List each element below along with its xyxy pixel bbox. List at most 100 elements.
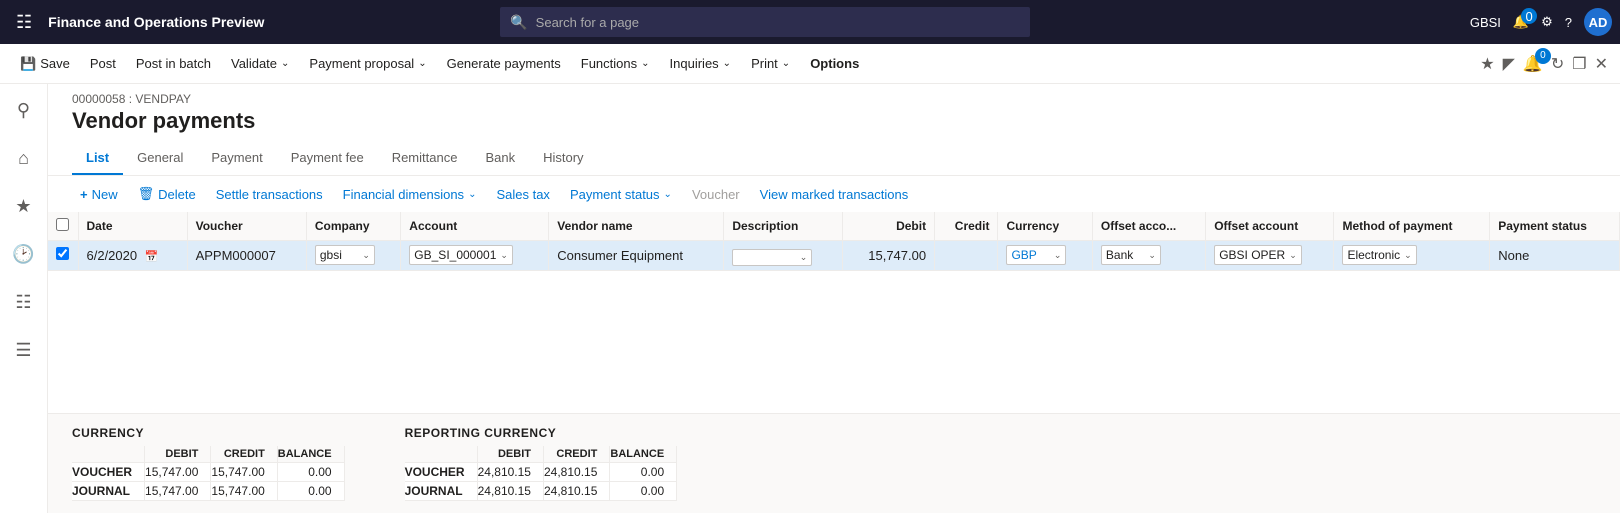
summary-area: CURRENCY DEBIT CREDIT BALANCE — [48, 413, 1620, 513]
plus-icon: + — [80, 187, 88, 202]
currency-voucher-label: VOUCHER — [72, 463, 145, 482]
cell-offset-account[interactable]: GBSI OPER ⌄ — [1206, 241, 1334, 271]
calendar-icon[interactable]: 📅 — [145, 251, 159, 263]
command-bar-right: ★ ◤ 🔔 0 ↻ ❐ ✕ — [1480, 54, 1608, 74]
help-icon[interactable]: ? — [1565, 15, 1572, 30]
cell-offset-acco-type[interactable]: Bank ⌄ — [1092, 241, 1205, 271]
payment-status-button[interactable]: Payment status ⌄ — [562, 183, 680, 206]
tab-payment-fee[interactable]: Payment fee — [277, 142, 378, 175]
tabs: List General Payment Payment fee Remitta… — [48, 142, 1620, 176]
select-all-checkbox[interactable] — [56, 218, 69, 231]
post-in-batch-button[interactable]: Post in batch — [128, 52, 219, 75]
open-in-new-icon[interactable]: ◤ — [1503, 54, 1515, 74]
new-button[interactable]: + New — [72, 183, 126, 206]
favorites-icon[interactable]: ★ — [6, 188, 42, 224]
workspaces-icon[interactable]: ☷ — [6, 284, 42, 320]
validate-button[interactable]: Validate ⌄ — [223, 52, 297, 75]
tab-list[interactable]: List — [72, 142, 123, 175]
maximize-icon[interactable]: ❐ — [1572, 54, 1586, 74]
voucher-button[interactable]: Voucher — [684, 183, 748, 206]
reporting-currency-summary-title: REPORTING CURRENCY — [405, 426, 678, 440]
row-checkbox-cell[interactable] — [48, 241, 78, 271]
modules-icon[interactable]: ☰ — [6, 332, 42, 368]
rep-col-label — [405, 446, 478, 463]
search-bar[interactable]: 🔍 — [500, 7, 1030, 37]
cell-debit: 15,747.00 — [843, 241, 935, 271]
rep-journal-balance: 0.00 — [610, 482, 677, 501]
rep-journal-credit: 24,810.15 — [543, 482, 609, 501]
filter-icon[interactable]: ⚲ — [6, 92, 42, 128]
rep-voucher-credit: 24,810.15 — [543, 463, 609, 482]
cell-currency[interactable]: GBP ⌄ — [998, 241, 1092, 271]
breadcrumb: 00000058 : VENDPAY — [72, 92, 1596, 106]
tab-remittance[interactable]: Remittance — [378, 142, 472, 175]
grid-container[interactable]: Date Voucher Company Account Vendor name… — [48, 212, 1620, 413]
app-title: Finance and Operations Preview — [48, 14, 264, 30]
cell-company[interactable]: gbsi ⌄ — [306, 241, 400, 271]
left-sidebar: ⚲ ⌂ ★ 🕑 ☷ ☰ — [0, 84, 48, 513]
currency-summary-table: DEBIT CREDIT BALANCE VOUCHER 15,747.00 1… — [72, 446, 345, 501]
offset-type-chevron-icon: ⌄ — [1148, 250, 1156, 261]
rep-journal-label: JOURNAL — [405, 482, 478, 501]
financial-dimensions-button[interactable]: Financial dimensions ⌄ — [335, 183, 485, 206]
reporting-currency-summary: REPORTING CURRENCY DEBIT CREDIT BALANCE — [405, 426, 678, 501]
cell-method-of-payment[interactable]: Electronic ⌄ — [1334, 241, 1490, 271]
options-button[interactable]: Options — [802, 52, 867, 75]
table-row[interactable]: 6/2/2020 📅 APPM000007 gbsi ⌄ — [48, 241, 1620, 271]
user-avatar[interactable]: AD — [1584, 8, 1612, 36]
col-credit: Credit — [935, 212, 998, 241]
rep-voucher-row: VOUCHER 24,810.15 24,810.15 0.00 — [405, 463, 677, 482]
generate-payments-button[interactable]: Generate payments — [439, 52, 569, 75]
payment-proposal-button[interactable]: Payment proposal ⌄ — [301, 52, 434, 75]
rep-voucher-label: VOUCHER — [405, 463, 478, 482]
view-marked-transactions-button[interactable]: View marked transactions — [752, 183, 917, 206]
offset-account-chevron-icon: ⌄ — [1289, 250, 1297, 261]
sales-tax-button[interactable]: Sales tax — [488, 183, 557, 206]
cell-description[interactable]: ⌄ — [724, 241, 843, 271]
functions-chevron-icon: ⌄ — [641, 58, 649, 69]
payment-grid: Date Voucher Company Account Vendor name… — [48, 212, 1620, 271]
inquiries-chevron-icon: ⌄ — [723, 58, 731, 69]
col-description: Description — [724, 212, 843, 241]
print-button[interactable]: Print ⌄ — [743, 52, 798, 75]
recent-icon[interactable]: 🕑 — [6, 236, 42, 272]
command-bar: 💾 Save Post Post in batch Validate ⌄ Pay… — [0, 44, 1620, 84]
home-icon[interactable]: ⌂ — [6, 140, 42, 176]
top-right-icons: GBSI 🔔 0 ⚙ ? AD — [1470, 8, 1612, 36]
reporting-currency-summary-table: DEBIT CREDIT BALANCE VOUCHER 24,810.15 2… — [405, 446, 678, 501]
currency-voucher-balance: 0.00 — [277, 463, 344, 482]
settings-icon[interactable]: ⚙ — [1541, 14, 1553, 30]
save-button[interactable]: 💾 Save — [12, 52, 78, 76]
tab-bank[interactable]: Bank — [471, 142, 529, 175]
alerts-icon[interactable]: 🔔 0 — [1523, 54, 1543, 74]
tab-payment[interactable]: Payment — [197, 142, 276, 175]
currency-summary-title: CURRENCY — [72, 426, 345, 440]
search-input[interactable] — [536, 15, 1021, 30]
notifications-icon[interactable]: 🔔 0 — [1513, 14, 1529, 30]
tab-general[interactable]: General — [123, 142, 197, 175]
inquiries-button[interactable]: Inquiries ⌄ — [662, 52, 740, 75]
cell-voucher: APPM000007 — [187, 241, 306, 271]
col-offset-account: Offset account — [1206, 212, 1334, 241]
cell-date[interactable]: 6/2/2020 📅 — [78, 241, 187, 271]
refresh-icon[interactable]: ↻ — [1551, 54, 1564, 74]
hamburger-menu-icon[interactable]: ☷ — [8, 12, 40, 33]
print-chevron-icon: ⌄ — [782, 58, 790, 69]
functions-button[interactable]: Functions ⌄ — [573, 52, 658, 75]
currency-voucher-credit: 15,747.00 — [211, 463, 277, 482]
col-debit: Debit — [843, 212, 935, 241]
cell-account[interactable]: GB_SI_000001 ⌄ — [401, 241, 549, 271]
validate-chevron-icon: ⌄ — [281, 58, 289, 69]
col-payment-status: Payment status — [1490, 212, 1620, 241]
company-code: GBSI — [1470, 15, 1501, 30]
close-icon[interactable]: ✕ — [1595, 54, 1608, 74]
post-button[interactable]: Post — [82, 52, 124, 75]
tab-history[interactable]: History — [529, 142, 597, 175]
currency-col-debit: DEBIT — [145, 446, 211, 463]
row-checkbox[interactable] — [56, 247, 69, 260]
settle-transactions-button[interactable]: Settle transactions — [208, 183, 331, 206]
grid-header-row: Date Voucher Company Account Vendor name… — [48, 212, 1620, 241]
delete-button[interactable]: 🗑 Delete — [130, 182, 204, 206]
currency-col-label — [72, 446, 145, 463]
personalize-icon[interactable]: ★ — [1480, 54, 1494, 74]
